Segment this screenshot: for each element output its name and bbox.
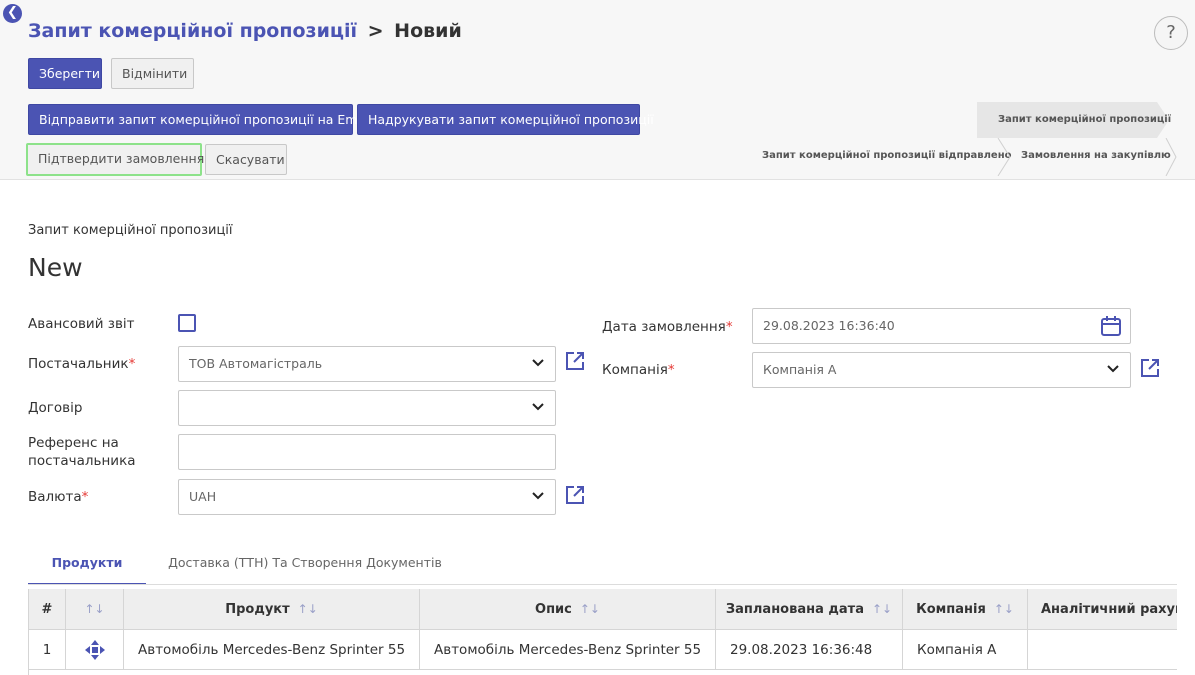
vendor-label: Постачальник* (28, 355, 135, 373)
currency-select[interactable]: UAH (178, 479, 556, 515)
contract-label: Договір (28, 400, 83, 416)
cancel-order-button[interactable]: Скасувати (205, 144, 287, 175)
send-email-button[interactable]: Відправити запит комерційної пропозиції … (28, 104, 372, 135)
chevron-down-icon (532, 403, 544, 411)
chevron-down-icon (532, 492, 544, 500)
currency-value: UAH (189, 489, 217, 504)
column-header-description[interactable]: Опис ↑↓ (420, 589, 716, 630)
table-cell-company[interactable]: Компанія A (903, 630, 1028, 670)
vendor-ref-label-line1: Референс на (28, 435, 119, 451)
vendor-ref-label-line2: постачальника (28, 453, 136, 469)
column-header-company[interactable]: Компанія ↑↓ (903, 589, 1028, 630)
print-button[interactable]: Надрукувати запит комерційної пропозиції (357, 104, 654, 135)
vendor-ref-label: Референс на постачальника (28, 434, 136, 470)
order-date-label: Дата замовлення* (602, 318, 733, 336)
tab-products[interactable]: Продукти (28, 548, 146, 585)
advance-report-label: Авансовий звіт (28, 316, 135, 332)
table-cell-handle[interactable] (66, 630, 124, 670)
status-step-rfq[interactable]: Запит комерційної пропозиції (998, 114, 1171, 125)
order-date-input[interactable]: 29.08.2023 16:36:40 (752, 308, 1131, 344)
company-label: Компанія* (602, 361, 675, 379)
breadcrumb-separator: > (367, 20, 384, 42)
tab-delivery[interactable]: Доставка (ТТН) Та Створення Документів (160, 548, 450, 585)
breadcrumb-current: Новий (394, 20, 462, 42)
company-select[interactable]: Компанія A (752, 352, 1131, 388)
chevron-down-icon (1107, 365, 1119, 373)
required-mark: * (725, 319, 733, 335)
order-date-label-text: Дата замовлення (602, 319, 726, 335)
calendar-icon[interactable] (1100, 315, 1122, 337)
table-cell-analytic-account[interactable] (1028, 630, 1177, 670)
back-arrow-icon[interactable]: ❮ (3, 4, 22, 23)
confirm-order-button[interactable]: Підтвердити замовлення (26, 143, 204, 176)
vendor-value: ТОВ Автомагістраль (189, 356, 323, 371)
breadcrumb: Запит комерційної пропозиції > Новий (28, 20, 462, 42)
column-header-scheduled-date[interactable]: Запланована дата ↑↓ (716, 589, 903, 630)
currency-label: Валюта* (28, 488, 88, 506)
required-mark: * (81, 489, 89, 505)
discard-button[interactable]: Відмінити (111, 58, 194, 89)
column-header-handle: ↑↓ (66, 589, 124, 630)
table-cell-scheduled-date[interactable]: 29.08.2023 16:36:48 (716, 630, 903, 670)
contract-select[interactable] (178, 390, 556, 426)
currency-label-text: Валюта (28, 489, 82, 505)
chevron-down-icon (532, 359, 544, 367)
company-value: Компанія A (763, 362, 837, 377)
advance-report-checkbox[interactable] (178, 314, 196, 332)
sort-icon[interactable]: ↑↓ (994, 602, 1014, 616)
column-header-analytic-account[interactable]: Аналітичний рахунок (1028, 589, 1177, 630)
table-cell-product[interactable]: Автомобіль Mercedes-Benz Sprinter 55 (124, 630, 420, 670)
company-label-text: Компанія (602, 362, 668, 378)
required-mark: * (667, 362, 675, 378)
column-header-company-label: Компанія (916, 602, 986, 617)
external-link-icon[interactable] (565, 351, 585, 371)
order-date-value: 29.08.2023 16:36:40 (763, 318, 895, 333)
sort-icon[interactable]: ↑↓ (872, 602, 892, 616)
form-subtitle: Запит комерційної пропозиції (28, 223, 233, 238)
sort-icon[interactable]: ↑↓ (298, 602, 318, 616)
save-button[interactable]: Зберегти (28, 58, 102, 89)
external-link-icon[interactable] (565, 485, 585, 505)
table-cell-description[interactable]: Автомобіль Mercedes-Benz Sprinter 55 (420, 630, 716, 670)
status-step-purchase-order[interactable]: Замовлення на закупівлю (1021, 150, 1171, 161)
column-header-number: # (29, 589, 66, 630)
column-header-product-label: Продукт (225, 602, 290, 617)
sort-icon[interactable]: ↑↓ (84, 602, 104, 616)
order-lines-table: # ↑↓ Продукт ↑↓ Опис ↑↓ Запланована дата ↑↓… (28, 589, 1177, 675)
status-step-divider-end (1165, 138, 1177, 176)
status-step-divider (997, 138, 1011, 176)
column-header-description-label: Опис (535, 602, 572, 617)
column-header-scheduled-date-label: Запланована дата (725, 602, 864, 617)
external-link-icon[interactable] (1140, 358, 1160, 378)
drag-handle-icon[interactable] (84, 639, 106, 661)
status-step-rfq-sent[interactable]: Запит комерційної пропозиції відправлено (762, 150, 1012, 161)
tabs-divider (28, 584, 1177, 585)
vendor-ref-input[interactable] (178, 434, 556, 470)
required-mark: * (128, 356, 136, 372)
vendor-label-text: Постачальник (28, 356, 129, 372)
table-cell-number: 1 (29, 630, 66, 670)
help-button[interactable]: ? (1154, 16, 1188, 50)
vendor-select[interactable]: ТОВ Автомагістраль (178, 346, 556, 382)
record-name: New (28, 253, 83, 282)
sort-icon[interactable]: ↑↓ (580, 602, 600, 616)
breadcrumb-parent-link[interactable]: Запит комерційної пропозиції (28, 20, 357, 42)
column-header-product[interactable]: Продукт ↑↓ (124, 589, 420, 630)
